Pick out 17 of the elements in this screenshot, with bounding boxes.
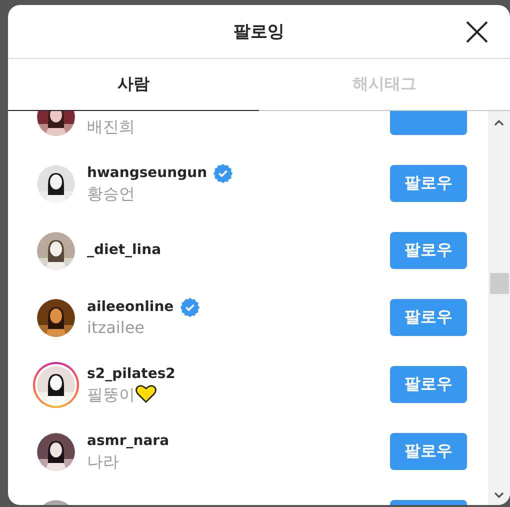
story-ring[interactable] bbox=[33, 362, 79, 408]
username[interactable]: asmr_nara bbox=[87, 432, 170, 450]
full-name: 필뚱이 bbox=[87, 384, 135, 404]
scroll-up-icon[interactable] bbox=[494, 119, 504, 127]
dialog-title: 팔로잉 bbox=[234, 21, 284, 43]
full-name: 나라 bbox=[87, 450, 119, 472]
scrollbar[interactable] bbox=[488, 111, 510, 505]
scroll-down-icon[interactable] bbox=[494, 491, 504, 499]
username[interactable]: s2_pilates2 bbox=[87, 364, 176, 384]
close-icon[interactable] bbox=[465, 20, 489, 44]
full-name: 황승언 bbox=[87, 183, 135, 204]
username[interactable]: _diet_lina bbox=[87, 241, 162, 260]
username[interactable]: aileeonline bbox=[87, 298, 174, 316]
full-name: 배진희 bbox=[87, 116, 135, 136]
scrollbar-thumb[interactable] bbox=[490, 273, 508, 294]
username[interactable]: hwangseungun bbox=[87, 164, 208, 182]
full-name: itzailee bbox=[87, 317, 144, 338]
